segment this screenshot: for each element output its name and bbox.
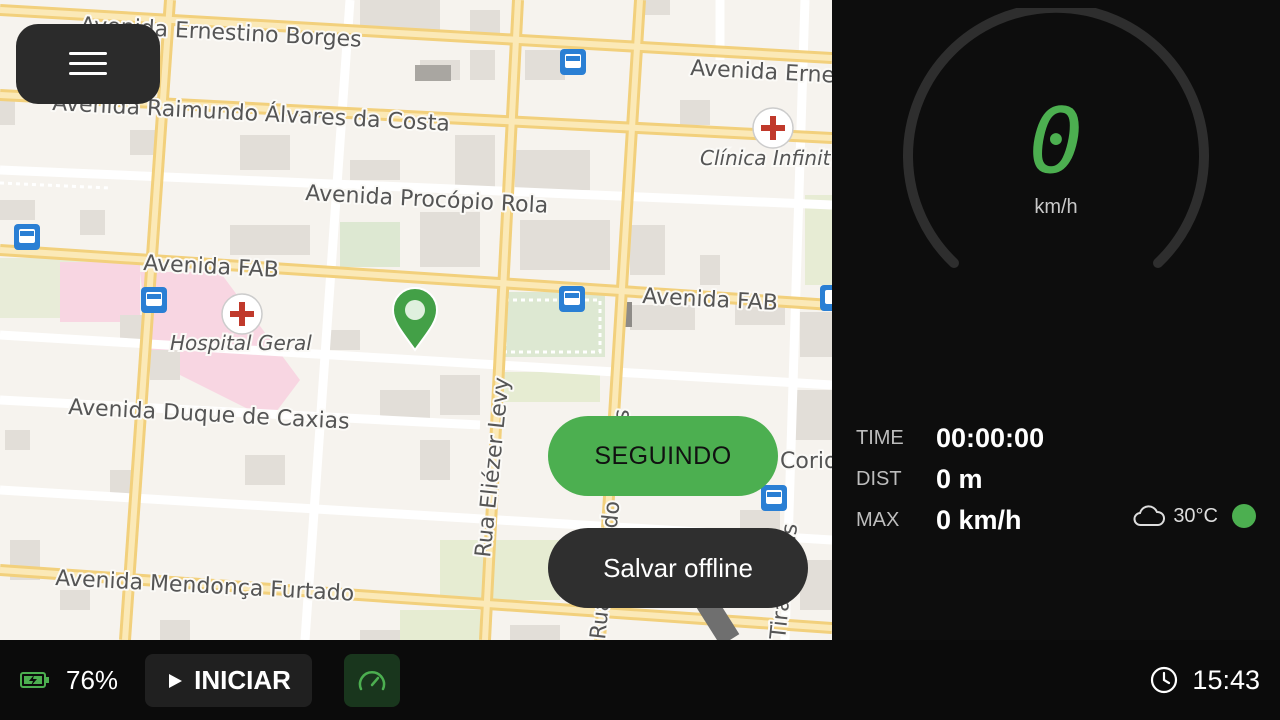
stat-max-speed: MAX 0 km/h xyxy=(856,504,1022,536)
cloud-icon xyxy=(1133,505,1166,526)
bus-stop-icon[interactable] xyxy=(761,485,787,511)
app-root: Avenida Ernestino Borges Avenida Erne Av… xyxy=(0,0,1280,720)
max-label: MAX xyxy=(856,508,900,531)
map-view[interactable]: Avenida Ernestino Borges Avenida Erne Av… xyxy=(0,0,832,640)
save-offline-button[interactable]: Salvar offline xyxy=(548,528,808,608)
play-icon xyxy=(169,673,183,688)
speed-value: 0 xyxy=(1028,89,1084,194)
time-label: TIME xyxy=(856,426,904,449)
hospital-icon[interactable] xyxy=(221,293,263,335)
hamburger-icon xyxy=(69,52,107,76)
hospital-icon[interactable] xyxy=(752,107,794,149)
bus-stop-icon[interactable] xyxy=(559,286,585,312)
clock-time: 15:43 xyxy=(1192,664,1260,695)
battery-percent: 76% xyxy=(66,664,119,695)
poi-label-clinica: Clínica Infinit xyxy=(700,146,832,170)
stat-distance: DIST 0 m xyxy=(856,463,983,495)
battery-indicator: 76% xyxy=(20,640,118,720)
menu-button[interactable] xyxy=(16,24,160,104)
street-label: Corio xyxy=(780,449,832,474)
clock-icon xyxy=(1151,666,1178,694)
speed-unit: km/h xyxy=(1034,196,1078,218)
start-button[interactable]: INICIAR xyxy=(145,654,312,707)
clock: 15:43 xyxy=(1150,640,1260,720)
bottom-bar: 76% INICIAR 15:43 xyxy=(0,640,1280,720)
dist-label: DIST xyxy=(856,467,902,490)
battery-charging-icon xyxy=(20,672,49,688)
time-value: 00:00:00 xyxy=(936,422,1045,453)
follow-button[interactable]: SEGUINDO xyxy=(548,416,778,496)
bus-stop-icon[interactable] xyxy=(14,224,40,250)
start-label: INICIAR xyxy=(194,665,291,695)
gps-status-dot xyxy=(1232,504,1256,528)
speedometer-icon xyxy=(358,670,386,690)
stat-time: TIME 00:00:00 xyxy=(856,422,1044,454)
max-value: 0 km/h xyxy=(936,504,1022,535)
dist-value: 0 m xyxy=(936,463,983,494)
temperature: 30°C xyxy=(1173,504,1218,527)
speed-panel: 0 km/h TIME 00:00:00 DIST 0 m MAX 0 km/h… xyxy=(832,0,1280,640)
weather-indicator: 30°C xyxy=(1133,504,1256,528)
bus-stop-icon[interactable] xyxy=(820,285,832,311)
bus-stop-icon[interactable] xyxy=(141,287,167,313)
bus-stop-icon[interactable] xyxy=(560,49,586,75)
speedometer-button[interactable] xyxy=(344,654,400,707)
